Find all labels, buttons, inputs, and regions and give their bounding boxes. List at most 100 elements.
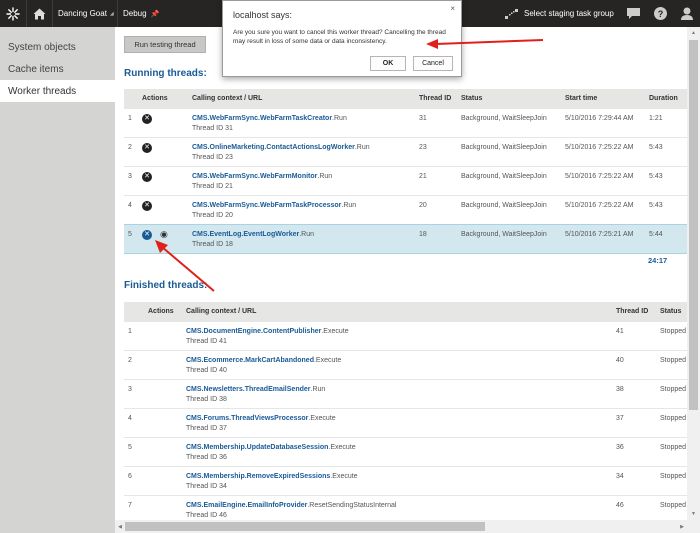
col-duration: Duration (649, 94, 678, 102)
calling-context: CMS.Membership.RemoveExpiredSessions.Exe… (186, 473, 608, 480)
row-actions: ✕ ◉ (138, 223, 188, 254)
cancel-thread-icon[interactable]: ✕ (142, 142, 152, 153)
cancel-button[interactable]: Cancel (413, 56, 453, 71)
method-name: .Run (341, 201, 357, 209)
running-threads-table: Actions Calling context / URL Thread ID … (124, 89, 687, 254)
row-status: Stopped (656, 349, 687, 379)
row-status: Background, WaitSleepJoin (457, 223, 561, 254)
class-name-link[interactable]: CMS.EmailEngine.EmailInfoProvider (186, 502, 307, 509)
table-header-row: Actions Calling context / URL Thread ID … (124, 89, 687, 108)
thread-id-value: 40 (616, 356, 624, 364)
view-icon[interactable]: ◉ (160, 229, 168, 240)
class-name-link[interactable]: CMS.EventLog.EventLogWorker (192, 231, 299, 238)
calling-context: CMS.EventLog.EventLogWorker.Run (192, 231, 411, 238)
duration-value: 5:43 (649, 143, 663, 151)
row-duration: 5:43 (645, 165, 687, 195)
horizontal-scrollbar[interactable]: ◀ ▶ (115, 520, 687, 533)
status-value: Stopped (660, 414, 687, 422)
sidebar-item-cache-items[interactable]: Cache items (0, 58, 115, 80)
method-name: .Run (310, 385, 326, 393)
debug-app-tab[interactable]: Debug 📌 (118, 0, 159, 27)
col-calling-context: Calling context / URL (192, 94, 263, 102)
app-logo[interactable] (0, 0, 27, 27)
table-header-row: Actions Calling context / URL Thread ID … (124, 302, 687, 321)
col-actions: Actions (142, 94, 168, 102)
cancel-thread-icon[interactable]: ✕ (142, 200, 152, 211)
row-number: 3 (128, 385, 132, 393)
class-name-link[interactable]: CMS.Membership.UpdateDatabaseSession (186, 444, 328, 451)
col-thread-id: Thread ID (419, 94, 452, 102)
class-name-link[interactable]: CMS.WebFarmSync.WebFarmTaskProcessor (192, 202, 341, 209)
pin-icon[interactable]: 📌 (151, 10, 160, 18)
row-index: 7 (124, 494, 144, 520)
thread-id-label: Thread ID 40 (186, 366, 227, 374)
row-actions (144, 436, 182, 466)
site-selector[interactable]: Dancing Goat ◢ (53, 0, 118, 27)
dialog-title: localhost says: (233, 10, 293, 20)
thread-id-label: Thread ID 20 (192, 211, 233, 219)
class-name-link[interactable]: CMS.WebFarmSync.WebFarmTaskCreator (192, 115, 332, 122)
thread-id-value: 18 (419, 230, 427, 238)
class-name-link[interactable]: CMS.Forums.ThreadViewsProcessor (186, 415, 308, 422)
vertical-scroll-thumb[interactable] (689, 40, 698, 410)
scroll-right-arrow-icon[interactable]: ▶ (677, 520, 687, 533)
close-icon[interactable]: × (450, 4, 455, 13)
home-button[interactable] (27, 0, 53, 27)
row-thread-id: 23 (415, 136, 457, 166)
row-status: Stopped (656, 436, 687, 466)
row-status: Background, WaitSleepJoin (457, 194, 561, 224)
calling-context: CMS.EmailEngine.EmailInfoProvider.ResetS… (186, 502, 608, 509)
class-name-link[interactable]: CMS.WebFarmSync.WebFarmMonitor (192, 173, 317, 180)
row-index: 5 (124, 223, 138, 254)
class-name-link[interactable]: CMS.Ecommerce.MarkCartAbandoned (186, 357, 314, 364)
row-thread-id: 34 (612, 465, 656, 495)
class-name-link[interactable]: CMS.DocumentEngine.ContentPublisher (186, 328, 321, 335)
status-value: Stopped (660, 356, 687, 364)
class-name-link[interactable]: CMS.Membership.RemoveExpiredSessions (186, 473, 330, 480)
row-number: 7 (128, 501, 132, 509)
scrollbar-corner (687, 520, 700, 533)
cancel-thread-icon[interactable]: ✕ (142, 229, 152, 240)
row-context: CMS.Membership.RemoveExpiredSessions.Exe… (182, 465, 612, 495)
row-index: 2 (124, 136, 138, 166)
vertical-scrollbar[interactable]: ▲ ▼ (687, 27, 700, 520)
running-thread-row: 5 ✕ ◉ CMS.EventLog.EventLogWorker.Run Thread… (124, 223, 687, 254)
row-thread-id: 37 (612, 407, 656, 437)
user-menu-button[interactable] (677, 0, 697, 27)
horizontal-scroll-thumb[interactable] (125, 522, 485, 531)
dialog-message: Are you sure you want to cancel this wor… (233, 29, 446, 45)
row-index: 1 (124, 107, 138, 137)
ok-button[interactable]: OK (370, 56, 406, 71)
status-value: Stopped (660, 385, 687, 393)
cancel-thread-icon[interactable]: ✕ (142, 113, 152, 124)
staging-task-group-selector[interactable]: Select staging task group (505, 0, 614, 27)
run-testing-thread-button[interactable]: Run testing thread (124, 36, 206, 53)
sidebar-item-worker-threads[interactable]: Worker threads (0, 80, 115, 102)
chat-icon (626, 7, 640, 19)
thread-id-label: Thread ID 18 (192, 240, 233, 248)
main-content: Run testing thread Running threads: Acti… (115, 27, 687, 520)
scroll-left-arrow-icon[interactable]: ◀ (115, 520, 125, 533)
row-actions (144, 494, 182, 520)
class-name-link[interactable]: CMS.Newsletters.ThreadEmailSender (186, 386, 311, 393)
thread-id-label: Thread ID 36 (186, 453, 227, 461)
scroll-down-arrow-icon[interactable]: ▼ (687, 508, 700, 520)
chat-button[interactable] (623, 0, 643, 27)
finished-thread-row: 7 CMS.EmailEngine.EmailInfoProvider.Reset… (124, 494, 687, 520)
sidebar-item-system-objects[interactable]: System objects (0, 36, 115, 58)
row-status: Background, WaitSleepJoin (457, 107, 561, 137)
running-thread-row: 1 ✕ CMS.WebFarmSync.WebFarmTaskCreator.Run… (124, 107, 687, 137)
cancel-thread-icon[interactable]: ✕ (142, 171, 152, 182)
scroll-up-arrow-icon[interactable]: ▲ (687, 27, 700, 39)
row-thread-id: 18 (415, 223, 457, 254)
status-value: Stopped (660, 443, 687, 451)
start-time-value: 5/10/2016 7:25:22 AM (565, 143, 634, 151)
row-thread-id: 46 (612, 494, 656, 520)
thread-id-label: Thread ID 46 (186, 511, 227, 519)
class-name-link[interactable]: CMS.OnlineMarketing.ContactActionsLogWor… (192, 144, 355, 151)
running-threads-title: Running threads: (124, 68, 207, 79)
row-context: CMS.Ecommerce.MarkCartAbandoned.Execute T… (182, 349, 612, 379)
help-button[interactable]: ? (650, 0, 670, 27)
row-context: CMS.WebFarmSync.WebFarmMonitor.Run Thread… (188, 165, 415, 195)
running-thread-row: 3 ✕ CMS.WebFarmSync.WebFarmMonitor.Run Thre… (124, 165, 687, 195)
